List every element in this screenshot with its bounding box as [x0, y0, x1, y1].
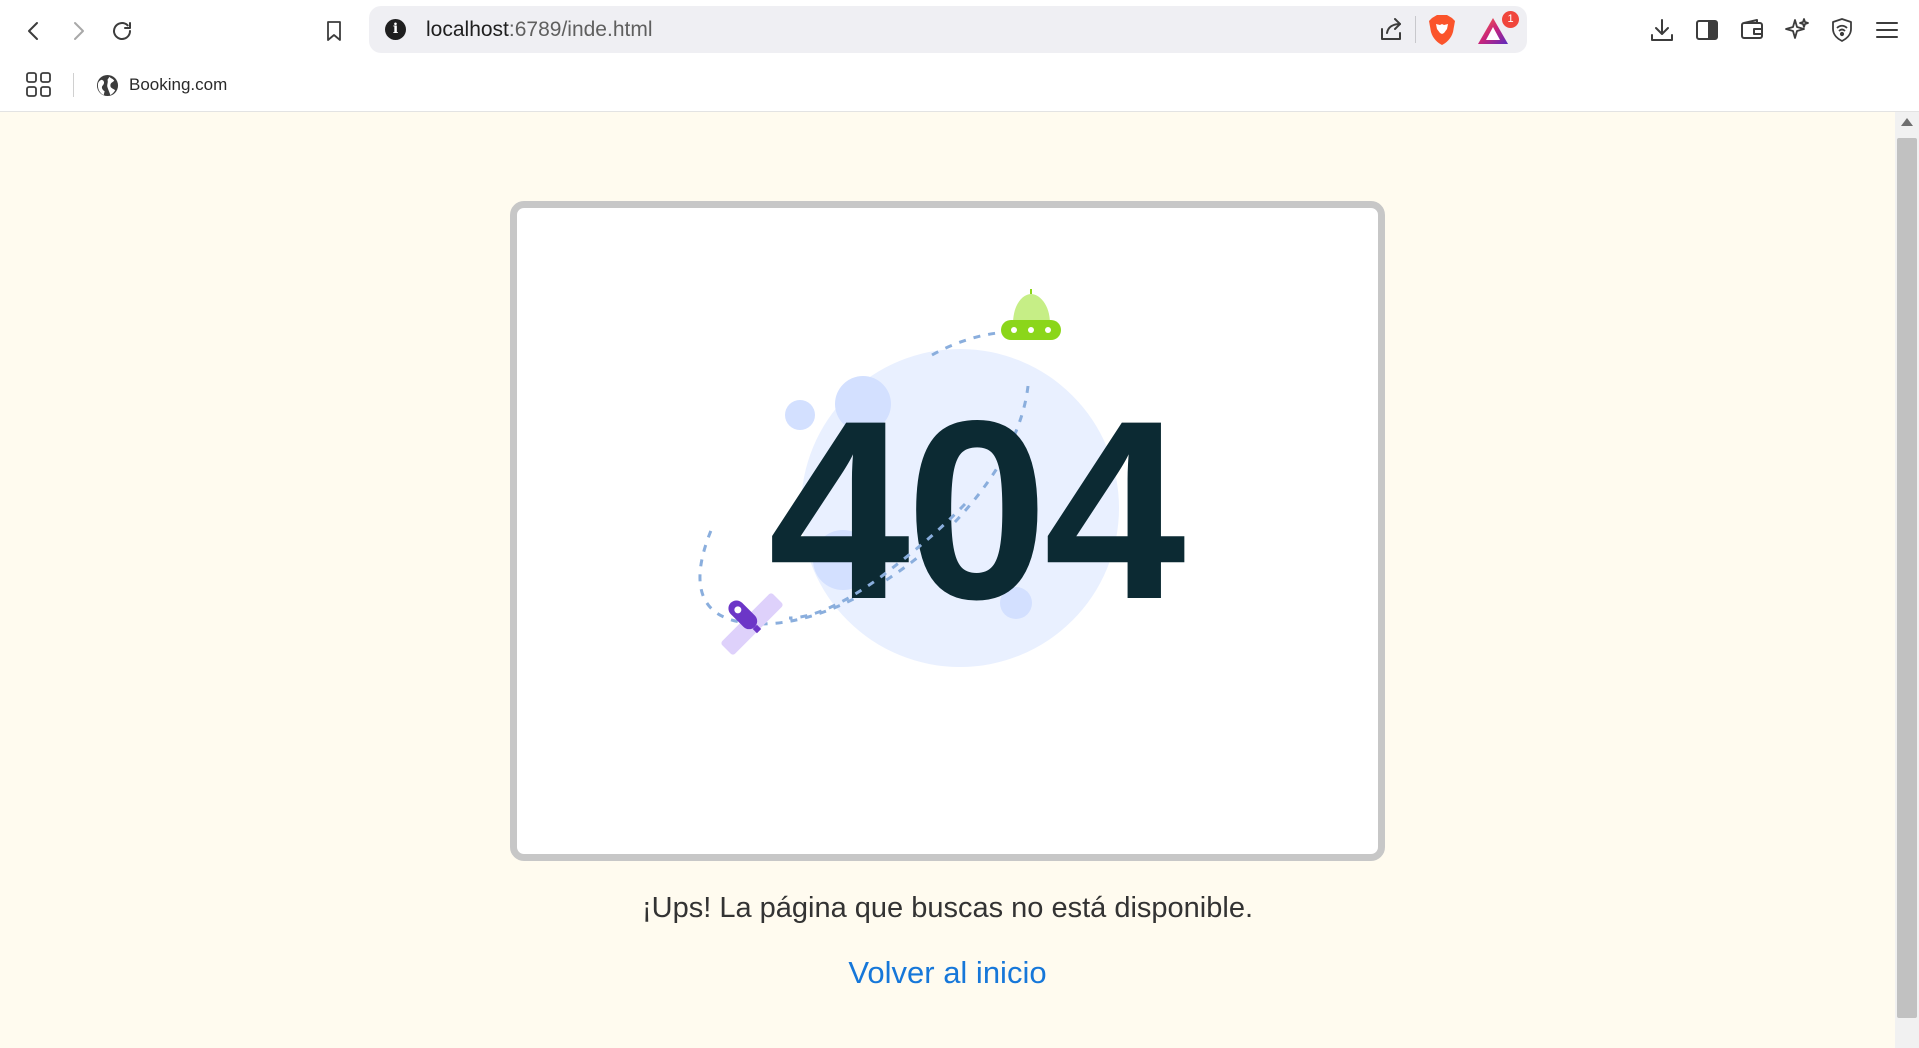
page-content: 404 ¡Ups! La página que buscas no está d…	[0, 112, 1895, 1048]
sidebar-icon	[1696, 20, 1718, 40]
error-image-frame: 404	[510, 201, 1385, 861]
back-home-link[interactable]: Volver al inicio	[848, 955, 1046, 990]
bookmark-label: Booking.com	[129, 75, 228, 94]
chevron-left-icon	[28, 22, 38, 40]
back-button[interactable]	[16, 13, 52, 49]
shield-icon	[1832, 18, 1852, 42]
menu-button[interactable]	[1872, 15, 1902, 45]
url-text[interactable]: localhost:6789/inde.html	[426, 18, 653, 42]
vpn-button[interactable]	[1827, 15, 1857, 45]
url-path: :6789/inde.html	[508, 18, 653, 41]
home-link-container: Volver al inicio	[0, 955, 1895, 991]
forward-button[interactable]	[60, 13, 96, 49]
browser-toolbar: i localhost:6789/inde.html 1	[0, 0, 1919, 58]
download-icon	[1651, 19, 1673, 41]
sidebar-button[interactable]	[1692, 15, 1722, 45]
bookmark-button[interactable]	[316, 13, 352, 49]
rewards-badge: 1	[1502, 11, 1519, 28]
sparkle-icon	[1785, 18, 1809, 39]
bookmark-booking[interactable]: Booking.com	[96, 71, 227, 99]
reload-button[interactable]	[104, 13, 140, 49]
ufo-shape	[1001, 289, 1061, 340]
globe-icon	[96, 74, 119, 96]
scroll-up-arrow-icon[interactable]	[1901, 118, 1913, 126]
leo-ai-button[interactable]	[1782, 15, 1812, 45]
vertical-scrollbar[interactable]	[1895, 112, 1919, 1048]
404-digits: 404	[768, 368, 1185, 653]
wallet-button[interactable]	[1737, 15, 1767, 45]
brave-shields-icon[interactable]	[1427, 14, 1457, 46]
chevron-right-icon	[74, 22, 84, 40]
reload-icon	[113, 22, 131, 40]
site-info-icon[interactable]: i	[385, 19, 406, 40]
scroll-thumb[interactable]	[1897, 138, 1917, 1018]
hamburger-menu-icon	[1876, 22, 1898, 38]
404-illustration: 404	[698, 289, 1189, 667]
error-message: ¡Ups! La página que buscas no está dispo…	[641, 892, 1254, 924]
apps-grid-icon[interactable]	[24, 70, 54, 100]
bookmark-icon	[327, 21, 341, 41]
url-host: localhost	[426, 18, 509, 41]
wallet-icon	[1741, 19, 1763, 39]
share-icon[interactable]	[1377, 16, 1405, 44]
url-divider	[1415, 16, 1416, 43]
bookmarks-bar: Booking.com	[0, 58, 1919, 112]
address-bar[interactable]: i localhost:6789/inde.html 1	[369, 6, 1527, 53]
bookmarks-divider	[73, 73, 74, 97]
downloads-button[interactable]	[1647, 15, 1677, 45]
